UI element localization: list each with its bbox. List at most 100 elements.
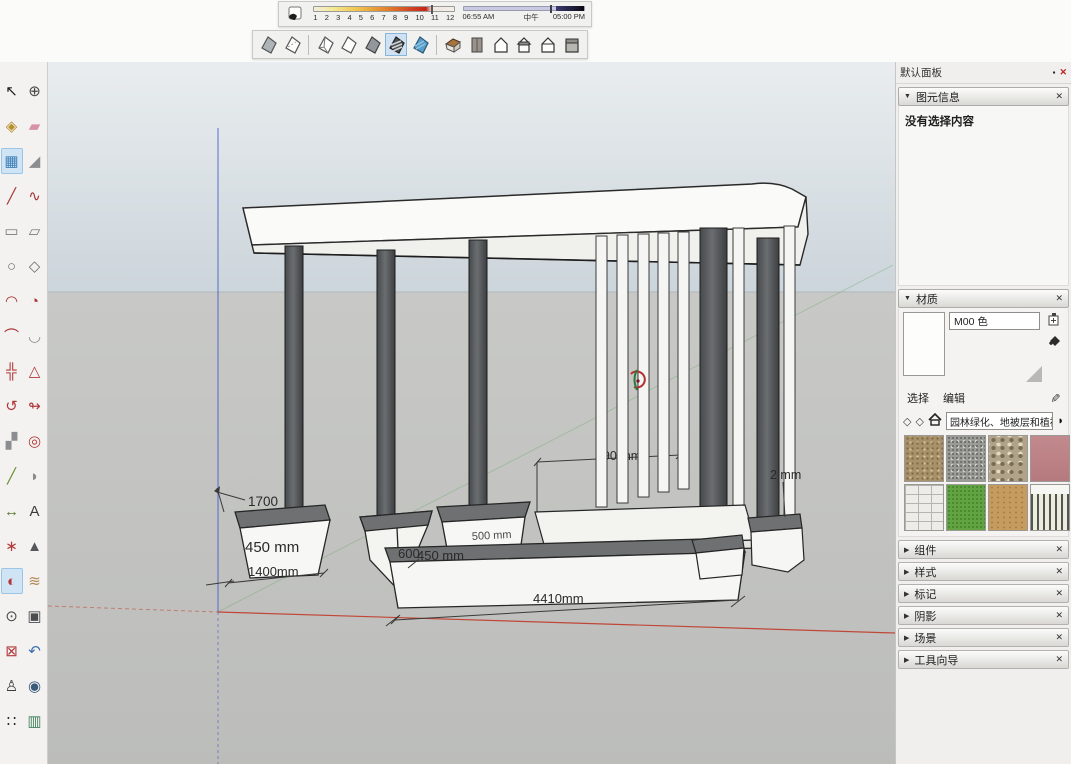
tool-soften-edges-icon[interactable]: ◢ [24,148,46,174]
view-front-icon[interactable] [490,33,512,56]
entity-info-header[interactable]: ▼ 图元信息 ✕ [898,87,1069,106]
tool-protractor-icon[interactable]: ◗ [24,463,46,489]
section-styles[interactable]: ▶ 样式 ✕ [898,562,1069,581]
tool-text-icon[interactable]: A [24,498,46,524]
tool-rectangle-icon[interactable]: ▭ [1,218,23,244]
section-close-icon[interactable]: ✕ [1055,654,1063,665]
tool-previous-view-icon[interactable]: ↶ [24,638,46,664]
section-close-icon[interactable]: ✕ [1055,632,1063,643]
tool-select-icon[interactable]: ↖ [1,78,23,104]
swatch-gravel-brown[interactable] [904,435,944,482]
section-tags[interactable]: ▶ 标记 ✕ [898,584,1069,603]
section-close-icon[interactable]: ✕ [1055,610,1063,621]
tool-axes-icon[interactable]: ∗ [1,533,23,559]
back-edges-face-icon[interactable] [281,33,303,56]
tool-zoom-icon[interactable]: ⊙ [1,603,23,629]
entity-info-close-icon[interactable]: ✕ [1055,91,1063,102]
view-left-icon[interactable] [561,33,583,56]
tool-move-icon[interactable]: ╬ [1,358,23,384]
materials-close-icon[interactable]: ✕ [1055,293,1063,304]
tray-close-icon[interactable]: ✕ [1059,67,1067,78]
tool-three-point-arc-icon[interactable]: ◡ [24,323,46,349]
swatch-pebbles[interactable] [988,435,1028,482]
tool-two-point-arc-icon[interactable]: ⌒ [1,323,23,349]
section-instructor[interactable]: ▶ 工具向导 ✕ [898,650,1069,669]
shadow-settings-icon[interactable] [285,4,305,24]
section-label: 阴影 [914,608,936,624]
monochrome-face-icon[interactable] [409,33,431,56]
swatch-pavers-white[interactable] [904,484,944,531]
collection-dropdown[interactable]: 园林绿化、地被层和植被 ∨ [946,412,1053,430]
tool-rotated-rectangle-icon[interactable]: ▱ [24,218,46,244]
pin-icon[interactable]: ▪ [1053,68,1056,77]
tool-3d-text-icon[interactable]: ▲ [24,533,46,559]
section-shadows[interactable]: ▶ 阴影 ✕ [898,606,1069,625]
view-right-icon[interactable] [514,33,536,56]
shaded-face-icon[interactable] [361,33,383,56]
xray-face-icon[interactable] [257,33,279,56]
tool-make-component-icon[interactable]: ⊕ [24,78,46,104]
tab-select[interactable]: 选择 [907,390,929,406]
tab-edit[interactable]: 编辑 [943,390,965,406]
swatch-rose-stucco[interactable] [1030,435,1070,482]
tool-polygon-icon[interactable]: ◇ [24,253,46,279]
tool-zoom-extents-icon[interactable]: ⊠ [1,638,23,664]
swatch-grass-green[interactable] [946,484,986,531]
tool-zoom-window-icon[interactable]: ▣ [24,603,46,629]
materials-header[interactable]: ▼ 材质 ✕ [898,289,1069,308]
section-label: 场景 [914,630,936,646]
tool-pie-icon[interactable]: ◔ [24,288,46,314]
tool-push-pull-icon[interactable]: △ [24,358,46,384]
back-icon[interactable]: ◇ [903,415,911,428]
tool-dimension-icon[interactable]: ↔ [1,498,23,524]
material-preview[interactable] [903,312,945,376]
home-icon[interactable] [928,413,942,429]
section-scenes[interactable]: ▶ 场景 ✕ [898,628,1069,647]
eyedropper-icon[interactable]: ✎ [1048,393,1062,403]
forward-icon[interactable]: ◇ [915,415,923,428]
tool-arc-icon[interactable]: ◠ [1,288,23,314]
tool-rotate-icon[interactable]: ↺ [1,393,23,419]
hidden-line-face-icon[interactable] [338,33,360,56]
footing-front-right [692,535,744,579]
tool-freehand-icon[interactable]: ∿ [24,183,46,209]
view-back-icon[interactable] [537,33,559,56]
view-top-icon[interactable] [466,33,488,56]
tool-texture-paint-icon[interactable]: ▦ [1,148,23,174]
details-icon[interactable]: ◗ [1057,415,1064,427]
preview-resize-corner[interactable] [1026,366,1042,382]
swatch-fence-white[interactable] [1030,484,1070,531]
tool-line-icon[interactable]: ╱ [1,183,23,209]
tool-circle-icon[interactable]: ○ [1,253,23,279]
tool-tape-measure-icon[interactable]: ╱ [1,463,23,489]
time-slider-handle[interactable] [550,5,552,13]
tool-pan-icon[interactable]: ≋ [24,568,46,594]
tool-position-camera-icon[interactable]: ♙ [1,673,23,699]
swatch-gravel-gray[interactable] [946,435,986,482]
tool-eraser-icon[interactable]: ▰ [24,113,46,139]
view-iso-icon[interactable] [442,33,464,56]
tool-orbit-icon[interactable]: ◐ [1,568,23,594]
paint-bucket-icon[interactable] [1047,334,1062,352]
section-close-icon[interactable]: ✕ [1055,588,1063,599]
date-slider[interactable] [313,6,454,12]
tool-follow-me-icon[interactable]: ↬ [24,393,46,419]
tool-paint-bucket-icon[interactable]: ◈ [1,113,23,139]
month-label: 7 [381,13,385,22]
swatch-mulch-tan[interactable] [988,484,1028,531]
section-close-icon[interactable]: ✕ [1055,544,1063,555]
section-components[interactable]: ▶ 组件 ✕ [898,540,1069,559]
tool-section-plane-icon[interactable]: ▥ [24,708,46,734]
material-name-input[interactable] [949,312,1040,330]
modeling-viewport[interactable]: 390 mm [48,62,895,764]
wireframe-face-icon[interactable] [314,33,336,56]
section-close-icon[interactable]: ✕ [1055,566,1063,577]
tool-walk-icon[interactable]: ∷ [1,708,23,734]
shaded-textures-face-icon[interactable] [385,33,407,56]
time-slider[interactable] [463,6,586,11]
tool-look-around-icon[interactable]: ◉ [24,673,46,699]
create-material-icon[interactable] [1047,312,1061,329]
tool-scale-icon[interactable]: ▞ [1,428,23,454]
tool-offset-icon[interactable]: ◎ [24,428,46,454]
date-slider-handle[interactable] [431,5,433,14]
